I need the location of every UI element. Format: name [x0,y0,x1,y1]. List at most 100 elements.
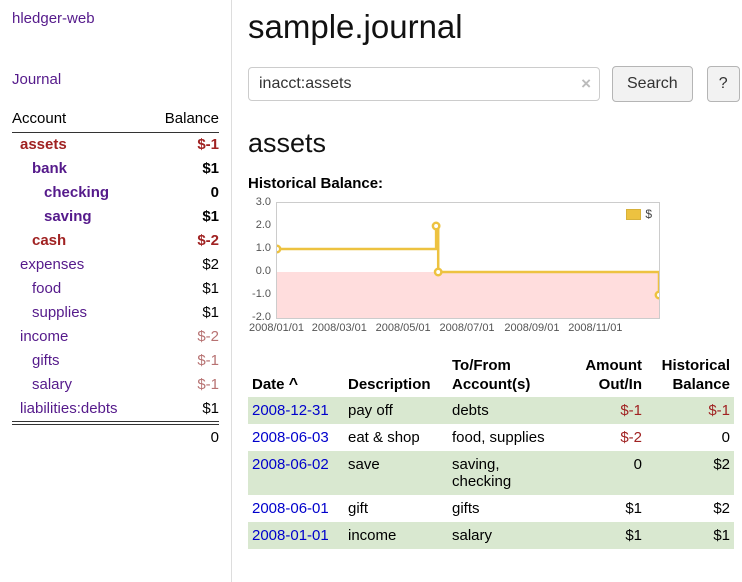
register-description: gift [344,495,448,522]
chart-title: Historical Balance: [248,175,740,192]
account-row: income $-2 [12,325,219,349]
account-row: supplies $1 [12,301,219,325]
account-link[interactable]: saving [44,208,92,225]
clear-search-icon[interactable]: × [581,74,591,94]
register-amount: 0 [560,451,646,495]
search-form: × Search ? [248,66,740,102]
chart-y-tick-label: 0.0 [256,265,271,277]
account-balance: $1 [149,301,219,325]
account-row: assets $-1 [12,133,219,158]
historical-balance-chart: 3.02.01.00.0-1.0-2.0 $ 2008/01/012008/03… [248,202,740,335]
register-header-date-label: Date [252,376,285,393]
accounts-table-body: assets $-1 bank $1 checking 0 saving $1 … [12,133,219,424]
register-date-link[interactable]: 2008-01-01 [252,527,329,544]
account-link[interactable]: food [32,280,61,297]
account-balance: $-1 [149,349,219,373]
register-table: Date ^ Description To/From Account(s) Am… [248,355,734,549]
register-balance: $2 [646,495,734,522]
nav-journal-link[interactable]: Journal [12,71,219,88]
register-balance: $-1 [646,397,734,424]
register-date-link[interactable]: 2008-06-03 [252,429,329,446]
account-link[interactable]: income [20,328,68,345]
account-row: checking 0 [12,181,219,205]
chart-y-tick-label: 1.0 [256,242,271,254]
chart-x-tick-label: 2008/05/01 [376,322,431,334]
account-row: expenses $2 [12,253,219,277]
account-balance: $1 [149,157,219,181]
register-row: 2008-12-31 pay off debts $-1 $-1 [248,397,734,424]
accounts-table: Account Balance assets $-1 bank $1 check… [12,106,219,450]
search-box: × [248,67,600,101]
account-balance: $2 [149,253,219,277]
chart-legend: $ [622,206,656,222]
account-link[interactable]: assets [20,136,67,153]
chart-x-tick-label: 2008/03/01 [312,322,367,334]
hledger-web-app: hledger-web Journal Account Balance asse… [0,0,742,582]
register-balance: $1 [646,522,734,549]
search-input[interactable] [248,67,600,101]
chart-x-tick-label: 2008/09/01 [504,322,559,334]
account-heading: assets [248,128,740,159]
register-accounts: debts [448,397,560,424]
account-link[interactable]: salary [32,376,72,393]
accounts-total-row: 0 [12,423,219,450]
account-link[interactable]: supplies [32,304,87,321]
accounts-header-row: Account Balance [12,106,219,133]
register-date-link[interactable]: 2008-06-02 [252,456,329,473]
search-button[interactable]: Search [612,66,693,102]
register-row: 2008-06-03 eat & shop food, supplies $-2… [248,424,734,451]
help-button[interactable]: ? [707,66,740,102]
register-header-date[interactable]: Date ^ [248,355,344,397]
account-link[interactable]: bank [32,160,67,177]
register-accounts: food, supplies [448,424,560,451]
accounts-total-balance: 0 [149,423,219,450]
register-date-link[interactable]: 2008-06-01 [252,500,329,517]
account-row: cash $-2 [12,229,219,253]
account-balance: 0 [149,181,219,205]
register-balance: $2 [646,451,734,495]
register-amount: $-1 [560,397,646,424]
account-link[interactable]: expenses [20,256,84,273]
chart-y-tick-label: 3.0 [256,196,271,208]
register-header-row: Date ^ Description To/From Account(s) Am… [248,355,734,397]
account-row: food $1 [12,277,219,301]
legend-series-swatch [626,209,641,220]
account-link[interactable]: gifts [32,352,60,369]
account-balance: $-1 [149,133,219,158]
account-row: bank $1 [12,157,219,181]
chart-y-tick-label: -1.0 [252,288,271,300]
chart-plot-area: $ [276,202,660,319]
register-header-amount: Amount Out/In [560,355,646,397]
chart-inner: 3.02.01.00.0-1.0-2.0 $ [248,202,740,319]
accounts-header-account: Account [12,106,149,133]
register-row: 2008-01-01 income salary $1 $1 [248,522,734,549]
register-accounts: saving, checking [448,451,560,495]
register-header-description: Description [344,355,448,397]
account-balance: $1 [149,205,219,229]
account-link[interactable]: liabilities:debts [20,400,118,417]
chart-x-tick-label: 2008/11/01 [568,322,622,334]
register-row: 2008-06-02 save saving, checking 0 $2 [248,451,734,495]
legend-series-label: $ [645,207,652,221]
register-description: eat & shop [344,424,448,451]
register-amount: $1 [560,522,646,549]
account-link[interactable]: checking [44,184,109,201]
account-row: salary $-1 [12,373,219,397]
register-table-body: 2008-12-31 pay off debts $-1 $-1 2008-06… [248,397,734,549]
register-balance: 0 [646,424,734,451]
register-accounts: salary [448,522,560,549]
account-balance: $1 [149,397,219,423]
register-amount: $1 [560,495,646,522]
chart-plot-svg [277,203,659,318]
page-title: sample.journal [248,8,740,46]
register-description: pay off [344,397,448,424]
account-balance: $-2 [149,325,219,349]
register-row: 2008-06-01 gift gifts $1 $2 [248,495,734,522]
account-balance: $-1 [149,373,219,397]
accounts-header-balance: Balance [149,106,219,133]
account-row: liabilities:debts $1 [12,397,219,423]
app-title-link[interactable]: hledger-web [12,10,219,27]
account-link[interactable]: cash [32,232,66,249]
sidebar: hledger-web Journal Account Balance asse… [0,0,232,582]
register-date-link[interactable]: 2008-12-31 [252,402,329,419]
